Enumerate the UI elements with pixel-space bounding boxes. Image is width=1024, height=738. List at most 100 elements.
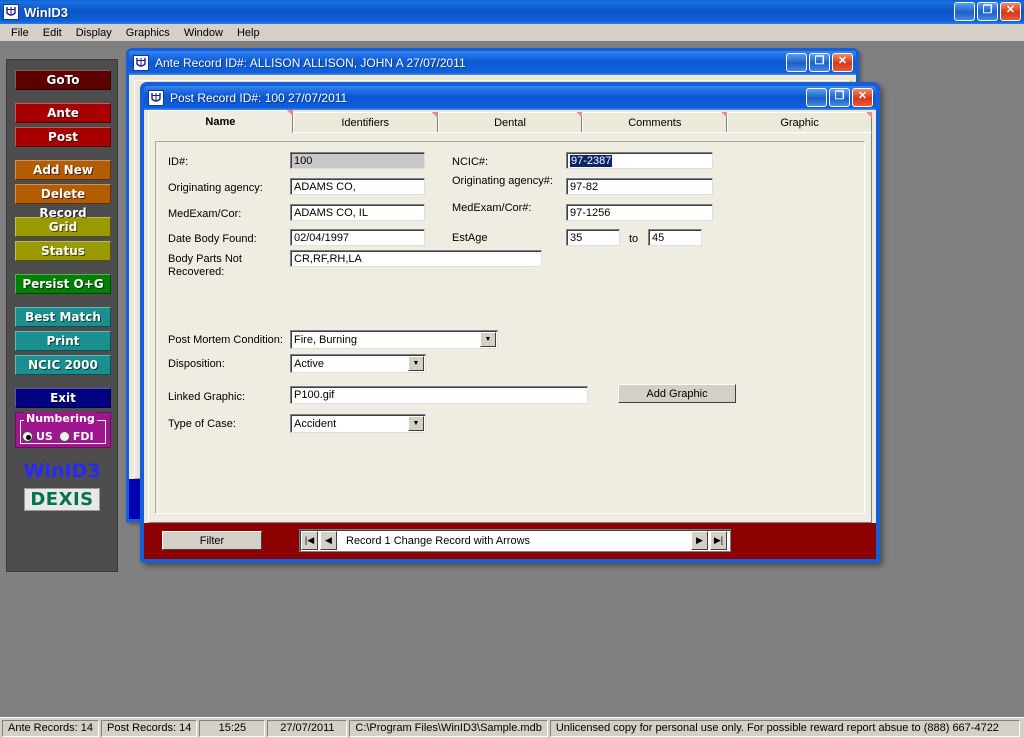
post-window-controls: _ ❐ ✕: [806, 88, 873, 107]
post-mortem-condition-label: Post Mortem Condition:: [168, 334, 283, 346]
sidebar-button-persist-o-g[interactable]: Persist O+G: [15, 274, 111, 294]
filter-button[interactable]: Filter: [162, 531, 262, 550]
sidebar-button-grid[interactable]: Grid: [15, 217, 111, 237]
nav-next-icon[interactable]: ▶: [691, 531, 708, 550]
date-body-found-field[interactable]: 02/04/1997: [290, 229, 425, 246]
medexam-cor-number-label: MedExam/Cor#:: [452, 202, 532, 214]
id-label: ID#:: [168, 156, 189, 168]
tab-identifiers[interactable]: Identifiers: [292, 112, 438, 133]
sidebar-button-add-new[interactable]: Add New: [15, 160, 111, 180]
body-parts-label-line1: Body Parts Not: [168, 253, 242, 265]
tab-graphic[interactable]: Graphic: [727, 112, 872, 133]
add-graphic-button[interactable]: Add Graphic: [618, 384, 736, 403]
post-window-footer: Filter |◀ ◀ Record 1 Change Record with …: [144, 523, 876, 559]
radio-fdi[interactable]: FDI: [58, 430, 94, 443]
nav-first-icon[interactable]: |◀: [301, 531, 318, 550]
chevron-down-icon[interactable]: ▼: [408, 356, 424, 371]
medexam-cor-field[interactable]: ADAMS CO, IL: [290, 204, 425, 221]
sidebar-button-best-match[interactable]: Best Match: [15, 307, 111, 327]
post-window-title: Post Record ID#: 100 27/07/2011: [170, 91, 348, 105]
ante-window-title: Ante Record ID#: ALLISON ALLISON, JOHN A…: [155, 56, 466, 70]
estage-to-field[interactable]: 45: [648, 229, 702, 246]
tab-page-name: ID#: 100 Originating agency: ADAMS CO, M…: [148, 132, 872, 523]
linked-graphic-label: Linked Graphic:: [168, 391, 246, 403]
estage-from-field[interactable]: 35: [566, 229, 620, 246]
chevron-down-icon[interactable]: ▼: [480, 332, 496, 347]
sidebar-button-print[interactable]: Print: [15, 331, 111, 351]
restore-button[interactable]: ❐: [977, 2, 998, 21]
tab-comments[interactable]: Comments: [582, 112, 728, 133]
winid-icon: [148, 90, 164, 106]
close-button[interactable]: ✕: [1000, 2, 1021, 21]
application-root: WinID3 _ ❐ ✕ File Edit Display Graphics Wind…: [0, 0, 1024, 738]
id-field: 100: [290, 152, 425, 169]
menu-item-file[interactable]: File: [4, 26, 36, 40]
disposition-combo[interactable]: Active ▼: [290, 354, 426, 373]
statusbar-cell-5: Unlicensed copy for personal use only. F…: [549, 719, 1020, 737]
main-window-title: WinID3: [24, 4, 68, 20]
sidebar-button-status[interactable]: Status: [15, 241, 111, 261]
sidebar-button-goto[interactable]: GoTo: [15, 70, 111, 90]
tab-label: Identifiers: [341, 116, 390, 129]
originating-agency-field[interactable]: ADAMS CO,: [290, 178, 425, 195]
sidebar-button-ncic-2000[interactable]: NCIC 2000: [15, 355, 111, 375]
type-of-case-combo[interactable]: Accident ▼: [290, 414, 426, 433]
originating-agency-number-field[interactable]: 97-82: [566, 178, 713, 195]
post-close-button[interactable]: ✕: [852, 88, 873, 107]
close-icon: ✕: [857, 90, 868, 102]
menu-item-display[interactable]: Display: [69, 26, 119, 40]
ante-minimize-button[interactable]: _: [786, 53, 807, 72]
sidebar-button-ante[interactable]: Ante: [15, 103, 111, 123]
statusbar-cell-0: Ante Records: 14: [2, 719, 99, 737]
linked-graphic-field[interactable]: P100.gif: [290, 386, 588, 404]
post-maximize-button[interactable]: ❐: [829, 88, 850, 107]
body-parts-label-line2: Recovered:: [168, 266, 225, 278]
radio-us[interactable]: US: [22, 430, 53, 443]
menu-item-edit[interactable]: Edit: [36, 26, 69, 40]
ante-window-controls: _ ❐ ✕: [786, 53, 853, 72]
originating-agency-label: Originating agency:: [168, 182, 263, 194]
sidebar-button-delete-record[interactable]: Delete Record: [15, 184, 111, 220]
body-parts-not-recovered-field[interactable]: CR,RF,RH,LA: [290, 250, 542, 267]
tab-corner-marker: [286, 110, 293, 116]
tab-label: Graphic: [780, 116, 819, 129]
numbering-group: Numbering US FDI: [15, 412, 111, 448]
main-window-titlebar: WinID3 _ ❐ ✕: [0, 0, 1024, 24]
sidebar-button-exit[interactable]: Exit: [15, 388, 111, 408]
sidebar-button-post[interactable]: Post: [15, 127, 111, 147]
statusbar-cell-4: C:\Program Files\WinID3\Sample.mdb: [349, 719, 548, 737]
brand-winid3: WinID3: [23, 460, 101, 482]
post-minimize-button[interactable]: _: [806, 88, 827, 107]
medexam-cor-number-field[interactable]: 97-1256: [566, 204, 713, 221]
ante-maximize-button[interactable]: ❐: [809, 53, 830, 72]
ante-close-button[interactable]: ✕: [832, 53, 853, 72]
minimize-icon: _: [792, 58, 801, 73]
nav-last-icon[interactable]: ▶|: [710, 531, 727, 550]
menubar: File Edit Display Graphics Window Help: [0, 24, 1024, 42]
nav-prev-icon[interactable]: ◀: [320, 531, 337, 550]
post-window[interactable]: Post Record ID#: 100 27/07/2011 _ ❐ ✕ Na…: [140, 82, 880, 563]
menu-item-graphics[interactable]: Graphics: [119, 26, 177, 40]
tab-dental[interactable]: Dental: [437, 112, 583, 133]
minimize-icon: _: [960, 7, 969, 22]
tab-label: Name: [205, 115, 236, 128]
sidebar: GoTo Ante Post Add New Delete Record Grid Stat…: [6, 59, 118, 572]
disposition-value: Active: [294, 358, 324, 370]
radio-dot-icon: [22, 431, 33, 442]
chevron-down-icon[interactable]: ▼: [408, 416, 424, 431]
menu-item-window[interactable]: Window: [177, 26, 230, 40]
type-of-case-label: Type of Case:: [168, 418, 236, 430]
close-icon: ✕: [1005, 4, 1016, 16]
post-mortem-condition-combo[interactable]: Fire, Burning ▼: [290, 330, 498, 349]
statusbar: Ante Records: 14 Post Records: 14 15:25 27/…: [0, 717, 1024, 738]
type-of-case-value: Accident: [294, 418, 337, 430]
statusbar-cell-2: 15:25: [199, 719, 266, 737]
menu-item-help[interactable]: Help: [230, 26, 267, 40]
tab-name[interactable]: Name: [148, 110, 293, 133]
ncic-field[interactable]: 97-2387: [566, 152, 713, 169]
minimize-button[interactable]: _: [954, 2, 975, 21]
